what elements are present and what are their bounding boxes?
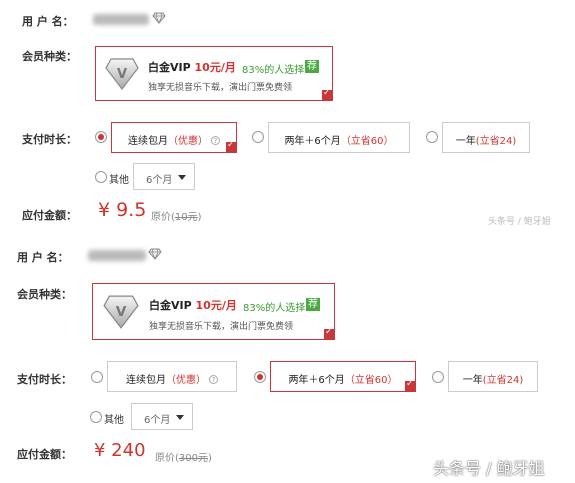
- option-two-year-label: 两年＋6个月: [284, 136, 341, 147]
- original-price-suffix: ): [208, 453, 212, 464]
- original-price-value: 10元: [174, 212, 198, 223]
- option-one-year-label: 一年: [455, 136, 476, 147]
- amount-value: ¥ 9.5: [98, 199, 147, 221]
- original-price: 原价(300元): [155, 449, 212, 464]
- amount-label: 应付金额：: [17, 448, 72, 461]
- duration-label: 支付时长：: [22, 133, 77, 146]
- option-two-year-label: 两年＋6个月: [288, 375, 345, 386]
- option-two-year[interactable]: 两年＋6个月（立省60）: [270, 361, 416, 392]
- vip-plan-popularity: 83%的人选择: [243, 303, 306, 314]
- bottom-vip-purchase-panel: 用 户 名： 会员种类： V 白金VIP 10元/月 83%的人选择 荐 独享无…: [0, 243, 575, 483]
- vip-diamond-logo-icon: V: [103, 295, 139, 329]
- radio-two-year[interactable]: [254, 371, 266, 383]
- duration-label: 支付时长：: [17, 373, 72, 386]
- chevron-down-icon: [176, 415, 184, 420]
- chevron-down-icon: [178, 175, 186, 180]
- option-one-year-label: 一年: [462, 375, 483, 386]
- option-one-year-note: (立省24): [482, 375, 524, 386]
- username-value-blurred: [88, 250, 146, 261]
- radio-two-year[interactable]: [252, 131, 264, 143]
- amount-value: ¥ 240: [94, 440, 146, 461]
- checkmark-corner-icon: [226, 140, 237, 153]
- checkmark-corner-icon: [324, 327, 335, 340]
- recommend-badge: 荐: [305, 60, 319, 73]
- vip-logo-letter: V: [117, 67, 127, 82]
- option-monthly-label: 连续包月: [126, 375, 166, 386]
- vip-plan-card[interactable]: V 白金VIP 10元/月 83%的人选择 荐 独享无损音乐下载，演出门票免费领: [95, 46, 333, 101]
- option-one-year[interactable]: 一年(立省24): [442, 122, 530, 153]
- option-monthly[interactable]: 连续包月（优惠）?: [111, 122, 237, 153]
- vip-plan-title: 白金VIP 10元/月: [148, 59, 236, 75]
- vip-plan-name: 白金VIP: [149, 299, 192, 312]
- recommend-badge: 荐: [306, 298, 320, 311]
- duration-dropdown[interactable]: 6个月: [133, 163, 195, 190]
- username-label: 用 户 名：: [17, 251, 69, 264]
- radio-one-year[interactable]: [426, 131, 438, 143]
- radio-other[interactable]: [90, 411, 102, 423]
- option-two-year-note: （立省60）: [344, 375, 398, 386]
- vip-plan-price: 10元/月: [194, 61, 236, 74]
- vip-logo-letter: V: [116, 304, 127, 320]
- vip-plan-description: 独享无损音乐下载，演出门票免费领: [149, 322, 294, 332]
- duration-dropdown-value: 6个月: [146, 175, 173, 186]
- diamond-icon: [152, 12, 166, 24]
- username-label: 用 户 名：: [22, 15, 74, 28]
- original-price-prefix: 原价(: [155, 453, 179, 464]
- vip-plan-card[interactable]: V 白金VIP 10元/月 83%的人选择 荐 独享无损音乐下载，演出门票免费领: [92, 283, 335, 340]
- username-value-blurred: [93, 14, 149, 25]
- vip-plan-description: 独享无损音乐下载，演出门票免费领: [148, 83, 293, 93]
- vip-diamond-logo-icon: V: [105, 58, 139, 90]
- vip-plan-price: 10元/月: [195, 299, 237, 312]
- vip-plan-popularity: 83%的人选择: [242, 65, 305, 76]
- option-two-year[interactable]: 两年＋6个月（立省60）: [268, 122, 410, 153]
- original-price-value: 300元: [178, 453, 208, 464]
- member-type-label: 会员种类：: [22, 50, 77, 63]
- original-price-suffix: ): [197, 212, 202, 223]
- member-type-label: 会员种类：: [17, 288, 72, 301]
- amount-label: 应付金额：: [22, 209, 77, 222]
- checkmark-corner-icon: [322, 88, 333, 101]
- top-vip-purchase-panel: 用 户 名： 会员种类： V 白金VIP 10元/月 83%的人选择 荐 独享无…: [0, 0, 575, 240]
- original-price-prefix: 原价(: [151, 212, 175, 223]
- help-icon[interactable]: ?: [209, 375, 218, 384]
- vip-plan-title: 白金VIP 10元/月: [149, 297, 237, 313]
- duration-dropdown-value: 6个月: [144, 415, 171, 426]
- radio-monthly[interactable]: [91, 371, 103, 383]
- checkmark-corner-icon: [405, 379, 416, 392]
- option-one-year-note: (立省24): [475, 136, 517, 147]
- watermark-small: 头条号 / 鲍牙姐: [488, 217, 551, 227]
- option-one-year[interactable]: 一年(立省24): [448, 361, 538, 392]
- watermark-large: 头条号 / 鲍牙姐: [433, 459, 545, 478]
- option-monthly-note: （优惠）: [166, 375, 206, 386]
- diamond-icon: [148, 248, 162, 260]
- option-other-label: 其他: [109, 175, 129, 186]
- vip-plan-name: 白金VIP: [148, 61, 191, 74]
- option-monthly-note: （优惠）: [168, 136, 208, 147]
- option-monthly[interactable]: 连续包月（优惠）?: [107, 361, 237, 392]
- option-other-label: 其他: [104, 415, 124, 426]
- original-price: 原价(10元): [151, 208, 202, 223]
- radio-monthly[interactable]: [95, 131, 107, 143]
- option-two-year-note: （立省60）: [340, 136, 394, 147]
- option-monthly-label: 连续包月: [128, 136, 168, 147]
- help-icon[interactable]: ?: [211, 136, 220, 145]
- duration-dropdown[interactable]: 6个月: [131, 403, 193, 430]
- radio-other[interactable]: [95, 171, 107, 183]
- radio-one-year[interactable]: [432, 371, 444, 383]
